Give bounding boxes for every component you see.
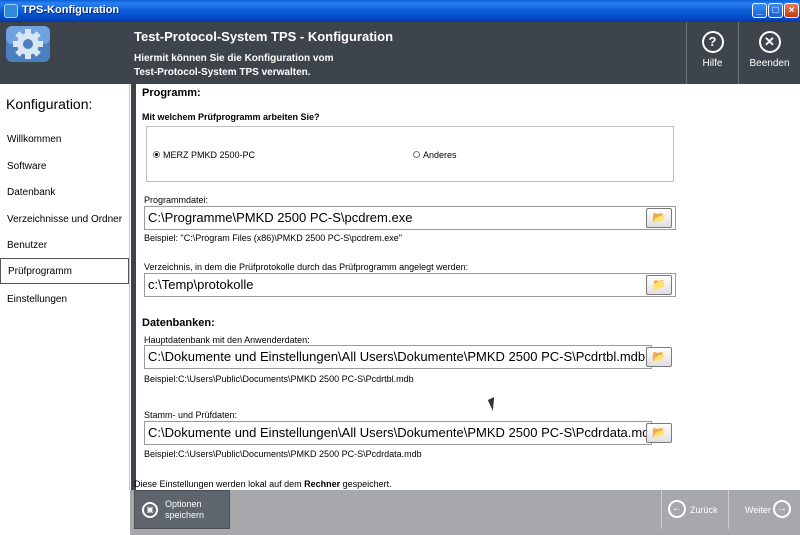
main-db-example: Beispiel:C:\Users\Public\Documents\PMKD …: [144, 374, 414, 384]
program-question: Mit welchem Prüfprogramm arbeiten Sie?: [142, 112, 320, 122]
test-db-browse-button[interactable]: 📂: [646, 423, 672, 443]
main-db-label: Hauptdatenbank mit den Anwenderdaten:: [144, 335, 310, 345]
minimize-button[interactable]: _: [752, 3, 767, 18]
test-db-example: Beispiel:C:\Users\Public\Documents\PMKD …: [144, 449, 422, 459]
sidebar-item-pruefprogramm[interactable]: Prüfprogramm: [0, 258, 129, 284]
app-icon: [4, 4, 18, 18]
window-title: TPS-Konfiguration: [22, 4, 120, 16]
window-titlebar[interactable]: TPS-Konfiguration _ □ ×: [0, 0, 800, 22]
sidebar-title: Konfiguration:: [6, 96, 93, 112]
gear-logo-icon: [6, 26, 50, 62]
radio-anderes[interactable]: Anderes: [413, 150, 457, 160]
save-options-button[interactable]: ▣ Optionen speichern: [134, 490, 230, 529]
exit-button[interactable]: ✕ Beenden: [738, 22, 800, 84]
program-file-browse-button[interactable]: 📂: [646, 208, 672, 228]
close-window-button[interactable]: ×: [784, 3, 799, 18]
save-options-label: Optionen speichern: [165, 499, 205, 520]
sidebar-item-einstellungen[interactable]: Einstellungen: [0, 288, 129, 312]
sidebar-item-verzeichnisse[interactable]: Verzeichnisse und Ordner: [0, 208, 129, 232]
test-db-input[interactable]: C:\Dokumente und Einstellungen\All Users…: [144, 421, 652, 445]
open-folder-icon: 📂: [652, 351, 666, 363]
app-description: Hiermit können Sie die Konfiguration vom…: [134, 53, 334, 78]
next-label: Weiter: [745, 505, 771, 515]
footer-note: Diese Einstellungen werden lokal auf dem…: [134, 479, 392, 489]
open-folder-icon: 📂: [652, 212, 666, 224]
program-file-input[interactable]: C:\Programme\PMKD 2500 PC-S\pcdrem.exe: [144, 206, 676, 230]
help-button[interactable]: ? Hilfe: [686, 22, 738, 84]
open-folder-icon: 📂: [652, 427, 666, 439]
program-radio-group: MERZ PMKD 2500-PC Anderes: [146, 126, 674, 182]
sidebar-item-willkommen[interactable]: Willkommen: [0, 128, 129, 152]
exit-label: Beenden: [749, 58, 790, 69]
protocol-dir-input[interactable]: c:\Temp\protokolle: [144, 273, 676, 297]
section-program-heading: Programm:: [142, 87, 201, 99]
program-file-label: Programmdatei:: [144, 195, 209, 205]
app-header: Test-Protocol-System TPS - Konfiguration…: [0, 22, 800, 84]
arrow-left-icon: ←: [668, 500, 686, 518]
program-file-example: Beispiel: "C:\Program Files (x86)\PMKD 2…: [144, 233, 402, 243]
back-button[interactable]: ← Zurück: [661, 490, 725, 529]
radio-unselected-icon: [413, 151, 420, 159]
footer-bar: ▣ Optionen speichern ← Zurück Weiter →: [130, 490, 800, 535]
save-icon: ▣: [142, 502, 158, 518]
sidebar: Konfiguration: Willkommen Software Daten…: [0, 84, 130, 490]
back-label: Zurück: [690, 505, 718, 515]
next-button[interactable]: Weiter →: [728, 490, 800, 529]
help-label: Hilfe: [702, 58, 723, 69]
sidebar-item-datenbank[interactable]: Datenbank: [0, 181, 129, 205]
radio-merz[interactable]: MERZ PMKD 2500-PC: [153, 150, 255, 160]
help-icon: ?: [701, 31, 724, 53]
sidebar-item-software[interactable]: Software: [0, 155, 129, 179]
sidebar-item-benutzer[interactable]: Benutzer: [0, 234, 129, 258]
test-db-label: Stamm- und Prüfdaten:: [144, 410, 238, 420]
protocol-dir-browse-button[interactable]: 📁: [646, 275, 672, 295]
folder-icon: 📁: [652, 279, 666, 291]
main-content: Programm: Mit welchem Prüfprogramm arbei…: [131, 84, 800, 490]
arrow-right-icon: →: [773, 500, 791, 518]
main-db-input[interactable]: C:\Dokumente und Einstellungen\All Users…: [144, 345, 652, 369]
close-icon: ✕: [758, 31, 781, 53]
radio-selected-icon: [153, 151, 160, 159]
main-db-browse-button[interactable]: 📂: [646, 347, 672, 367]
maximize-button[interactable]: □: [768, 3, 783, 18]
protocol-dir-label: Verzeichnis, in dem die Prüfprotokolle d…: [144, 262, 469, 272]
app-title: Test-Protocol-System TPS - Konfiguration: [134, 29, 394, 44]
section-databases-heading: Datenbanken:: [142, 317, 215, 329]
